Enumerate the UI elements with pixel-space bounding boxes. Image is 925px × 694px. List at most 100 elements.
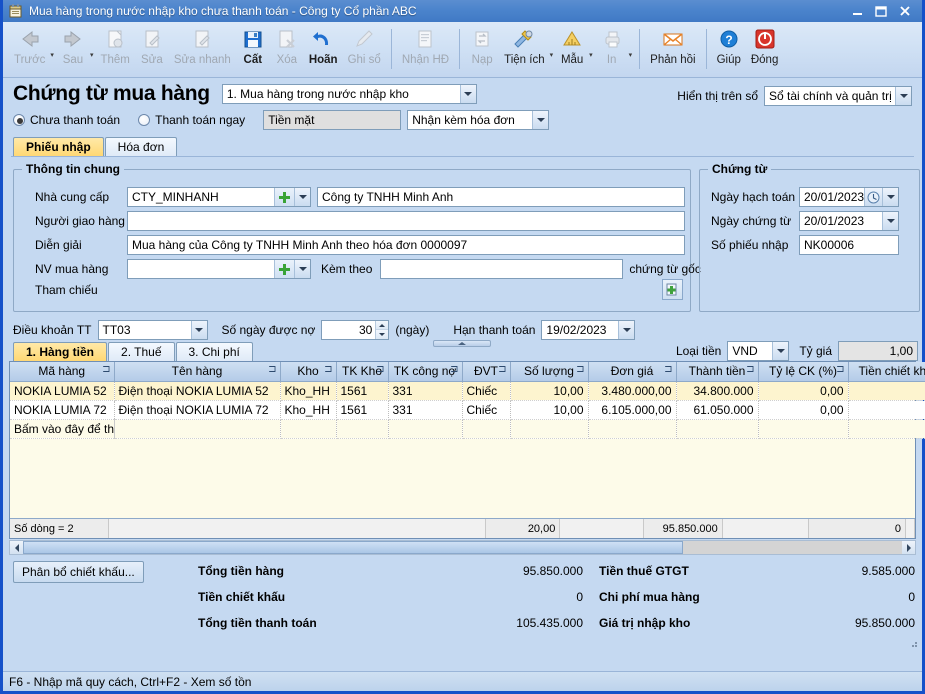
col-don-gia[interactable]: Đơn giá⊐ [588,362,676,381]
new-row-placeholder[interactable]: Bấm vào đây để thêm mới [10,419,925,438]
cell-ten-hang[interactable]: Điện thoại NOKIA LUMIA 72 [114,400,280,419]
toolbar-button-phan-hoi[interactable]: Phản hồi [645,24,700,77]
toolbar-button-nhan-hd[interactable]: Nhận HĐ [397,24,454,77]
toolbar-button-dong[interactable]: Đóng [746,24,784,77]
grid-tab-chi-phi[interactable]: 3. Chi phí [176,342,253,361]
buyer-dropdown-icon[interactable] [294,260,310,278]
supplier-add-icon[interactable] [274,188,294,206]
cell-empty[interactable] [676,419,758,438]
term-combo[interactable]: TT03 [98,320,208,340]
cell-so-luong[interactable]: 10,00 [510,381,588,400]
currency-combo[interactable]: VND [727,341,789,361]
table-row[interactable]: NOKIA LUMIA 52 Điện thoại NOKIA LUMIA 52… [10,381,925,400]
scroll-left-button[interactable] [10,541,23,554]
cell-dvt[interactable]: Chiếc [462,381,510,400]
supplier-code-combo[interactable]: CTY_MINHANH [127,187,311,207]
col-ty-le-ck[interactable]: Tỷ lệ CK (%)⊐ [758,362,848,381]
supplier-name-field[interactable]: Công ty TNHH Minh Anh [317,187,685,207]
toolbar-button-sua[interactable]: Sửa [135,24,169,77]
col-ten-hang[interactable]: Tên hàng⊐ [114,362,280,381]
close-button[interactable] [893,2,917,20]
filter-icon[interactable]: ⊐ [376,365,384,375]
cell-ma-hang[interactable]: NOKIA LUMIA 72 [10,400,114,419]
buyer-add-icon[interactable] [274,260,294,278]
cell-empty[interactable] [388,419,462,438]
filter-icon[interactable]: ⊐ [324,365,332,375]
invoice-mode-combo[interactable]: Nhận kèm hóa đơn [407,110,549,130]
filter-icon[interactable]: ⊐ [746,365,754,375]
cell-tk-cong-no[interactable]: 331 [388,400,462,419]
scroll-thumb[interactable] [23,541,683,554]
spin-up-icon[interactable] [376,321,388,330]
doc-type-dropdown-icon[interactable] [460,85,476,103]
minimize-button[interactable] [845,2,869,20]
cell-don-gia[interactable]: 3.480.000,00 [588,381,676,400]
filter-icon[interactable]: ⊐ [268,365,276,375]
cell-empty[interactable] [280,419,336,438]
credit-days-spinner[interactable]: 30 [321,320,389,340]
cell-tk-kho[interactable]: 1561 [336,400,388,419]
toolbar-button-them[interactable]: Thêm [95,24,134,77]
cell-ty-le-ck[interactable]: 0,00 [758,400,848,419]
cell-ma-hang[interactable]: NOKIA LUMIA 52 [10,381,114,400]
doc-date-combo[interactable]: 20/01/2023 [799,211,899,231]
cell-empty[interactable] [462,419,510,438]
filter-icon[interactable]: ⊐ [836,365,844,375]
cell-kho[interactable]: Kho_HH [280,381,336,400]
posting-date-dropdown-icon[interactable] [882,188,898,206]
col-tien-chiet-khau[interactable]: Tiền chiết khấu⊐ [848,362,925,381]
doc-type-combo[interactable]: 1. Mua hàng trong nước nhập kho [222,84,477,104]
supplier-dropdown-icon[interactable] [294,188,310,206]
invoice-mode-dropdown-icon[interactable] [532,111,548,129]
tab-phieu-nhap[interactable]: Phiếu nhập [13,137,104,156]
toolbar-button-xoa[interactable]: Xóa [270,24,304,77]
toolbar-button-sua-nhanh[interactable]: Sửa nhanh [169,24,236,77]
toolbar-button-nap[interactable]: Nạp [465,24,499,77]
col-ma-hang[interactable]: Mã hàng⊐ [10,362,114,381]
payment-method-field[interactable]: Tiền mặt [263,110,401,130]
filter-icon[interactable]: ⊐ [576,365,584,375]
toolbar-button-cat[interactable]: Cất [236,24,270,77]
cell-tien-chiet-khau[interactable]: 0 [848,381,925,400]
radio-chua-thanh-toan[interactable]: Chưa thanh toán [13,113,120,127]
col-tk-cong-no[interactable]: TK công nợ⊐ [388,362,462,381]
col-kho[interactable]: Kho⊐ [280,362,336,381]
cell-thanh-tien[interactable]: 34.800.000 [676,381,758,400]
toolbar-button-hoan[interactable]: Hoãn [304,24,343,77]
grid-tab-hang-tien[interactable]: 1. Hàng tiền [13,342,107,361]
cell-tk-cong-no[interactable]: 331 [388,381,462,400]
table-row[interactable]: NOKIA LUMIA 72 Điện thoại NOKIA LUMIA 72… [10,400,925,419]
pin-icon[interactable]: ⊐ [102,365,110,375]
cell-ten-hang[interactable]: Điện thoại NOKIA LUMIA 52 [114,381,280,400]
posting-date-clock-icon[interactable] [864,188,882,206]
cell-tk-kho[interactable]: 1561 [336,381,388,400]
cell-tien-chiet-khau[interactable]: 0 [848,400,925,419]
buyer-combo[interactable] [127,259,311,279]
toolbar-button-mau[interactable]: Mẫu [555,24,589,77]
col-so-luong[interactable]: Số lượng⊐ [510,362,588,381]
toolbar-button-tien-ich[interactable]: Tiện ích [499,24,549,77]
new-row-hint[interactable]: Bấm vào đây để thêm mới [10,419,114,438]
cell-empty[interactable] [510,419,588,438]
rate-field[interactable]: 1,00 [838,341,918,361]
filter-icon[interactable]: ⊐ [664,365,672,375]
due-date-combo[interactable]: 19/02/2023 [541,320,635,340]
spin-down-icon[interactable] [376,330,388,339]
receipt-no-field[interactable]: NK00006 [799,235,899,255]
cell-thanh-tien[interactable]: 61.050.000 [676,400,758,419]
filter-icon[interactable]: ⊐ [498,365,506,375]
add-reference-button[interactable] [662,279,683,300]
toolbar-button-ghi-so[interactable]: Ghi sổ [343,24,386,77]
cell-dvt[interactable]: Chiếc [462,400,510,419]
toolbar-button-in[interactable]: In [595,24,629,77]
tab-hoa-don[interactable]: Hóa đơn [105,137,178,156]
cell-empty[interactable] [114,419,280,438]
grid-horizontal-scrollbar[interactable] [9,540,916,555]
cell-don-gia[interactable]: 6.105.000,00 [588,400,676,419]
grid-tab-thue[interactable]: 2. Thuế [108,342,174,361]
attach-field[interactable] [380,259,623,279]
col-dvt[interactable]: ĐVT⊐ [462,362,510,381]
cell-empty[interactable] [758,419,848,438]
cell-ty-le-ck[interactable]: 0,00 [758,381,848,400]
radio-thanh-toan-ngay[interactable]: Thanh toán ngay [138,113,245,127]
